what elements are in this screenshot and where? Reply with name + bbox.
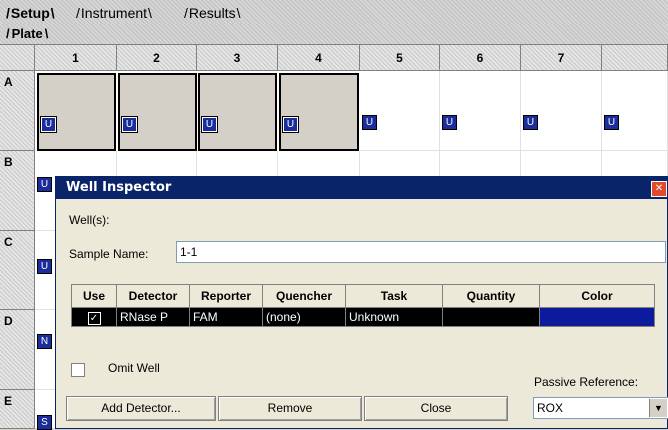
tab-plate[interactable]: Plate (6, 25, 48, 43)
checkbox-checked-icon[interactable]: ✓ (87, 311, 101, 325)
add-detector-button[interactable]: Add Detector... (66, 396, 216, 421)
well-a6[interactable]: U (440, 71, 521, 151)
row-header-e[interactable]: E (0, 390, 35, 429)
well-a4[interactable]: U (279, 73, 359, 151)
unknown-tag: U (604, 115, 619, 130)
omit-well-label: Omit Well (108, 361, 160, 375)
main-tabbar: Setup Instrument Results (0, 0, 668, 24)
well-a5[interactable]: U (360, 71, 440, 151)
col-header-8[interactable] (602, 45, 668, 71)
dialog-title: Well Inspector (56, 177, 667, 199)
row-header-d[interactable]: D (0, 310, 35, 390)
quencher-cell: (none) (262, 307, 346, 327)
col-quantity[interactable]: Quantity (442, 284, 540, 308)
sub-tabbar: Plate (0, 24, 668, 45)
passive-reference-label: Passive Reference: (534, 375, 639, 389)
close-icon[interactable]: ✕ (651, 181, 667, 197)
color-swatch[interactable] (539, 307, 655, 327)
sample-name-input[interactable]: 1-1 (176, 241, 666, 263)
col-task[interactable]: Task (345, 284, 443, 308)
col-header-3[interactable]: 3 (197, 45, 278, 71)
col-header-7[interactable]: 7 (521, 45, 602, 71)
detector-table-header: Use Detector Reporter Quencher Task Quan… (71, 284, 655, 308)
col-detector[interactable]: Detector (116, 284, 190, 308)
detector-row[interactable]: ✓ RNase P FAM (none) Unknown (71, 307, 655, 327)
unknown-tag: U (523, 115, 538, 130)
passive-reference-select[interactable]: ROX ▼ (533, 397, 668, 419)
col-use[interactable]: Use (71, 284, 117, 308)
well-a8[interactable]: U (602, 71, 668, 151)
col-reporter[interactable]: Reporter (189, 284, 263, 308)
remove-button[interactable]: Remove (218, 396, 362, 421)
unknown-tag: U (282, 116, 299, 133)
use-cell[interactable]: ✓ (71, 307, 117, 327)
col-header-2[interactable]: 2 (117, 45, 197, 71)
row-header-a[interactable]: A (0, 71, 35, 151)
well-a3[interactable]: U (198, 73, 277, 151)
row-header-c[interactable]: C (0, 231, 35, 310)
sample-name-label: Sample Name: (69, 247, 149, 261)
well-inspector-dialog: Well Inspector ✕ Well(s): Sample Name: 1… (55, 176, 668, 429)
task-cell[interactable]: Unknown (345, 307, 443, 327)
unknown-tag: U (37, 177, 52, 192)
unknown-tag: U (442, 115, 457, 130)
wells-label: Well(s): (69, 213, 110, 227)
col-quencher[interactable]: Quencher (262, 284, 346, 308)
col-header-5[interactable]: 5 (360, 45, 440, 71)
unknown-tag: U (201, 116, 218, 133)
tab-setup[interactable]: Setup (2, 4, 59, 22)
unknown-tag: U (37, 259, 52, 274)
quantity-cell[interactable] (442, 307, 540, 327)
well-a2[interactable]: U (118, 73, 197, 151)
chevron-down-icon[interactable]: ▼ (649, 399, 667, 417)
unknown-tag: U (362, 115, 377, 130)
tab-results[interactable]: Results (180, 4, 244, 22)
reporter-cell: FAM (189, 307, 263, 327)
col-color[interactable]: Color (539, 284, 655, 308)
standard-tag: S (37, 415, 52, 430)
unknown-tag: U (121, 116, 138, 133)
close-button[interactable]: Close (364, 396, 508, 421)
ntc-tag: N (37, 334, 52, 349)
omit-well-checkbox[interactable] (71, 363, 85, 377)
well-a7[interactable]: U (521, 71, 602, 151)
col-header-1[interactable]: 1 (35, 45, 117, 71)
col-header-4[interactable]: 4 (278, 45, 360, 71)
passive-reference-value: ROX (537, 401, 564, 415)
col-header-6[interactable]: 6 (440, 45, 521, 71)
detector-cell: RNase P (116, 307, 190, 327)
well-a1[interactable]: U (37, 73, 116, 151)
row-header-b[interactable]: B (0, 151, 35, 231)
tab-instrument[interactable]: Instrument (72, 4, 156, 22)
detector-table: Use Detector Reporter Quencher Task Quan… (71, 284, 655, 327)
unknown-tag: U (40, 116, 57, 133)
grid-corner (0, 45, 35, 71)
